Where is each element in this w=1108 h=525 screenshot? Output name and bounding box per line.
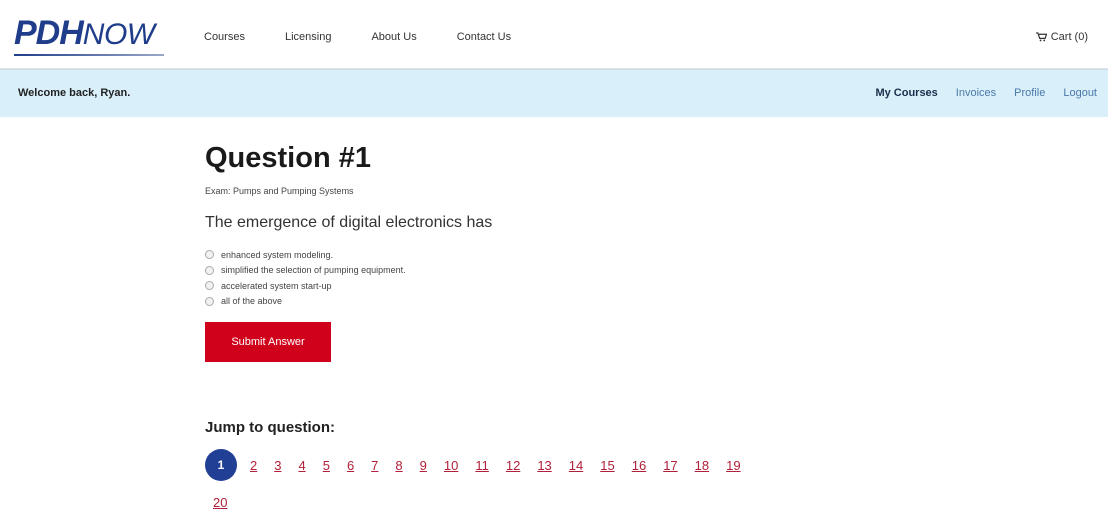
question-page-link[interactable]: 17	[663, 458, 677, 473]
main-nav: Courses Licensing About Us Contact Us	[204, 31, 551, 43]
question-page-link[interactable]: 19	[726, 458, 740, 473]
nav-licensing[interactable]: Licensing	[285, 31, 331, 43]
nav-contact-us[interactable]: Contact Us	[457, 31, 511, 43]
cart-icon	[1035, 32, 1047, 42]
exam-name: Exam: Pumps and Pumping Systems	[205, 186, 354, 196]
user-nav-logout[interactable]: Logout	[1063, 87, 1097, 99]
user-nav-invoices[interactable]: Invoices	[956, 87, 996, 99]
radio-button[interactable]	[205, 265, 214, 275]
question-page-link[interactable]: 9	[420, 458, 427, 473]
question-panel: Question #1 Exam: Pumps and Pumping Syst…	[205, 138, 905, 362]
question-pagination: 1 2 3 4 5 6 7 8 9 10 11 12 13 14 15 16 17 18 19 20	[205, 448, 905, 519]
question-page-link[interactable]: 8	[395, 458, 402, 473]
question-page-link[interactable]: 4	[298, 458, 305, 473]
logo-bold-text: PDH	[14, 14, 84, 52]
radio-button[interactable]	[205, 281, 214, 291]
cart-label: Cart (0)	[1050, 31, 1088, 43]
question-page-link[interactable]: 2	[250, 458, 257, 473]
user-nav: My Courses Invoices Profile Logout	[857, 87, 1097, 99]
answer-option[interactable]: all of the above	[205, 294, 905, 310]
answer-option-label: all of the above	[221, 296, 283, 307]
question-page-link[interactable]: 3	[274, 458, 281, 473]
question-page-link[interactable]: 12	[506, 458, 520, 473]
nav-courses[interactable]: Courses	[204, 31, 245, 43]
question-page-link[interactable]: 13	[537, 458, 551, 473]
question-page-link[interactable]: 16	[632, 458, 646, 473]
logo-underline	[14, 54, 164, 56]
question-page-link[interactable]: 15	[600, 458, 614, 473]
question-page-link[interactable]: 7	[371, 458, 378, 473]
question-text: The emergence of digital electronics has	[205, 214, 493, 231]
pdhnow-logo[interactable]: PDHNOW	[14, 14, 164, 58]
question-page-link[interactable]: 6	[347, 458, 354, 473]
answer-option-label: simplified the selection of pumping equi…	[221, 265, 406, 276]
answer-option[interactable]: simplified the selection of pumping equi…	[205, 263, 905, 279]
submit-answer-button[interactable]: Submit Answer	[205, 322, 331, 362]
welcome-bar: Welcome back, Ryan. My Courses Invoices …	[0, 69, 1108, 117]
current-question-indicator: 1	[205, 449, 237, 481]
logo-light-text: NOW	[82, 18, 155, 51]
nav-about-us[interactable]: About Us	[371, 31, 416, 43]
question-page-link[interactable]: 18	[695, 458, 709, 473]
jump-to-question-heading: Jump to question:	[205, 419, 335, 436]
question-page-link[interactable]: 11	[475, 458, 489, 473]
answer-option-label: accelerated system start-up	[221, 280, 332, 291]
user-nav-profile[interactable]: Profile	[1014, 87, 1045, 99]
user-nav-my-courses[interactable]: My Courses	[875, 87, 937, 99]
pagination-row: 1 2 3 4 5 6 7 8 9 10 11 12 13 14 15 16 17 18 19	[205, 448, 905, 482]
question-page-link[interactable]: 10	[444, 458, 458, 473]
answer-option-label: enhanced system modeling.	[221, 249, 334, 260]
answer-option[interactable]: accelerated system start-up	[205, 278, 905, 294]
pagination-row: 20	[213, 485, 905, 519]
question-page-link[interactable]: 20	[213, 495, 227, 510]
site-header: PDHNOW Courses Licensing About Us Contac…	[0, 0, 1108, 69]
radio-button[interactable]	[205, 296, 214, 306]
radio-button[interactable]	[205, 250, 214, 260]
question-page-link[interactable]: 5	[323, 458, 330, 473]
answer-options: enhanced system modeling. simplified the…	[205, 247, 905, 309]
welcome-message: Welcome back, Ryan.	[18, 87, 131, 99]
answer-option[interactable]: enhanced system modeling.	[205, 247, 905, 263]
question-title: Question #1	[205, 142, 371, 174]
question-page-link[interactable]: 14	[569, 458, 583, 473]
cart-link[interactable]: Cart (0)	[1035, 31, 1088, 43]
